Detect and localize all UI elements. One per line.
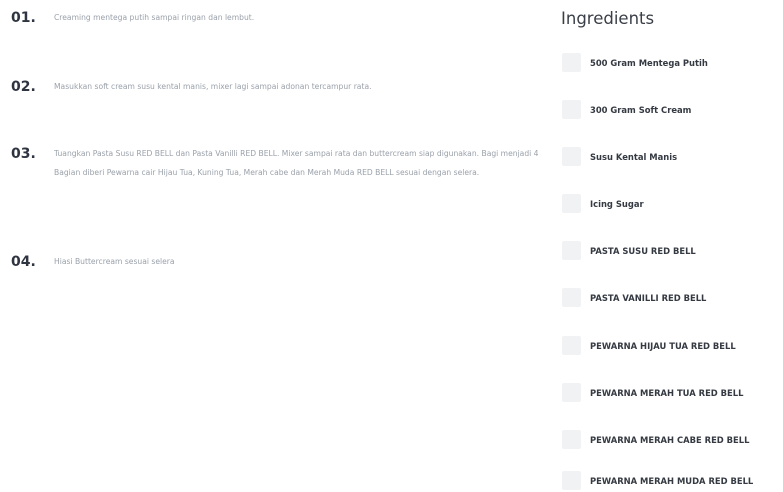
ingredient-item[interactable]: 500 Gram Mentega Putih bbox=[562, 52, 783, 73]
ingredient-label: PEWARNA MERAH CABE RED BELL bbox=[590, 434, 750, 445]
step-4: 04. Hiasi Buttercream sesuai selera bbox=[11, 254, 541, 272]
step-number: 02. bbox=[11, 79, 36, 95]
ingredient-item[interactable]: PASTA VANILLI RED BELL bbox=[562, 287, 783, 308]
ingredient-label: PASTA VANILLI RED BELL bbox=[590, 292, 707, 303]
step-number: 03. bbox=[11, 146, 36, 162]
ingredient-checkbox[interactable] bbox=[562, 100, 581, 119]
step-number: 01. bbox=[11, 10, 36, 26]
ingredient-item[interactable]: PEWARNA MERAH MUDA RED BELL bbox=[562, 470, 783, 491]
step-3: 03. Tuangkan Pasta Susu RED BELL dan Pas… bbox=[11, 146, 541, 182]
ingredient-item[interactable]: PEWARNA HIJAU TUA RED BELL bbox=[562, 335, 783, 356]
step-text: Masukkan soft cream susu kental manis, m… bbox=[54, 82, 372, 91]
ingredient-label: 500 Gram Mentega Putih bbox=[590, 57, 708, 68]
ingredient-label: Icing Sugar bbox=[590, 198, 644, 209]
ingredient-checkbox[interactable] bbox=[562, 288, 581, 307]
ingredients-title: Ingredients bbox=[561, 9, 655, 28]
step-text: Creaming mentega putih sampai ringan dan… bbox=[54, 13, 255, 22]
ingredient-label: PEWARNA HIJAU TUA RED BELL bbox=[590, 340, 736, 351]
ingredient-checkbox[interactable] bbox=[562, 194, 581, 213]
ingredient-item[interactable]: PEWARNA MERAH CABE RED BELL bbox=[562, 429, 783, 450]
ingredient-checkbox[interactable] bbox=[562, 241, 581, 260]
step-number: 04. bbox=[11, 254, 36, 270]
ingredient-item[interactable]: 300 Gram Soft Cream bbox=[562, 99, 783, 120]
ingredient-label: PEWARNA MERAH TUA RED BELL bbox=[590, 387, 744, 398]
ingredient-checkbox[interactable] bbox=[562, 147, 581, 166]
ingredient-item[interactable]: Susu Kental Manis bbox=[562, 146, 783, 167]
ingredient-checkbox[interactable] bbox=[562, 336, 581, 355]
step-text: Tuangkan Pasta Susu RED BELL dan Pasta V… bbox=[54, 149, 539, 177]
ingredient-label: PASTA SUSU RED BELL bbox=[590, 245, 696, 256]
ingredient-checkbox[interactable] bbox=[562, 383, 581, 402]
step-2: 02. Masukkan soft cream susu kental mani… bbox=[11, 79, 541, 97]
ingredient-label: Susu Kental Manis bbox=[590, 151, 678, 162]
ingredient-checkbox[interactable] bbox=[562, 53, 581, 72]
ingredient-checkbox[interactable] bbox=[562, 430, 581, 449]
step-text: Hiasi Buttercream sesuai selera bbox=[54, 257, 175, 266]
ingredient-item[interactable]: PASTA SUSU RED BELL bbox=[562, 240, 783, 261]
steps-list: 01. Creaming mentega putih sampai ringan… bbox=[0, 0, 545, 492]
ingredient-label: 300 Gram Soft Cream bbox=[590, 104, 692, 115]
step-1: 01. Creaming mentega putih sampai ringan… bbox=[11, 10, 541, 28]
ingredients-panel: Ingredients 500 Gram Mentega Putih 300 G… bbox=[561, 0, 783, 492]
ingredient-checkbox[interactable] bbox=[562, 471, 581, 490]
ingredient-item[interactable]: PEWARNA MERAH TUA RED BELL bbox=[562, 382, 783, 403]
ingredient-label: PEWARNA MERAH MUDA RED BELL bbox=[590, 475, 754, 486]
ingredient-item[interactable]: Icing Sugar bbox=[562, 193, 783, 214]
